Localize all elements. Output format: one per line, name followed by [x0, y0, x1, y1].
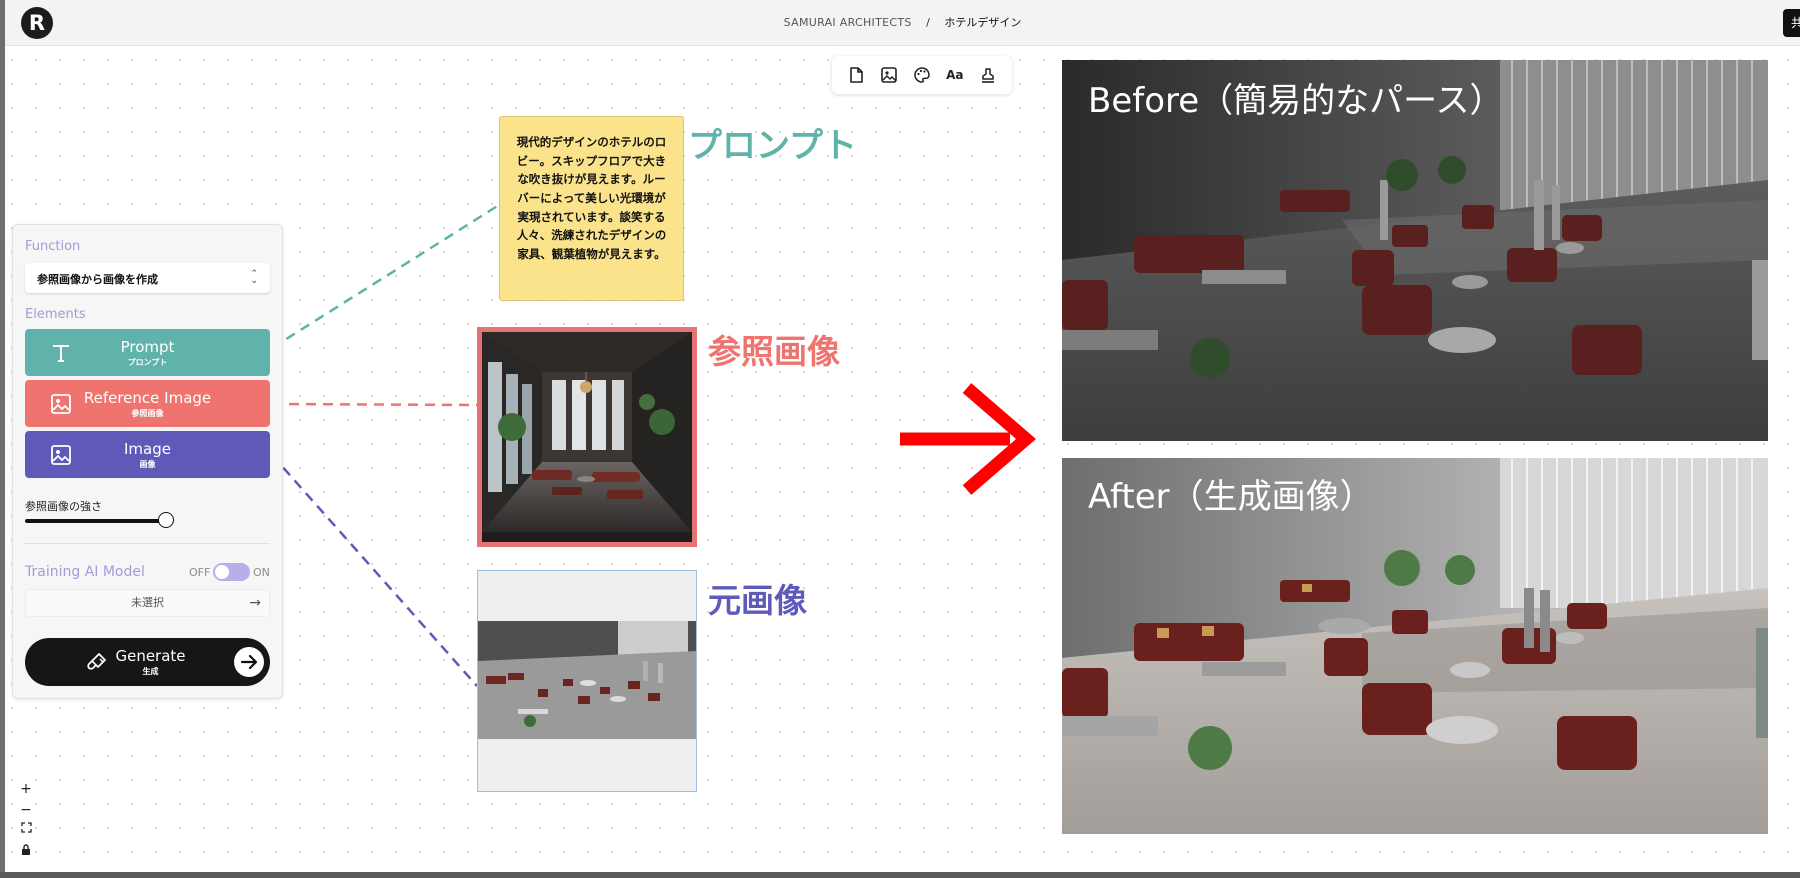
chevron-updown-icon: ⌃ ⌄ [250, 269, 258, 286]
share-button-label: 共 [1791, 16, 1800, 30]
function-label: Function [25, 239, 81, 254]
zoom-in-button[interactable]: + [14, 779, 38, 799]
function-select-value: 参照画像から画像を作成 [37, 273, 158, 286]
reference-image-element-button[interactable]: Reference Image 参照画像 [25, 380, 270, 427]
elements-label: Elements [25, 307, 86, 322]
reference-caption: 参照画像 [708, 332, 840, 371]
original-caption: 元画像 [708, 581, 807, 620]
text-style-icon[interactable]: Aa [943, 63, 967, 87]
toggle-off-label: OFF [189, 566, 211, 579]
before-render: Before（簡易的なパース） [1062, 60, 1768, 441]
canvas-toolbar: Aa [832, 56, 1012, 94]
prompt-note-text: 現代的デザインのホテルのロビー。スキップフロアで大きな吹き抜けが見えます。ルーバ… [516, 135, 667, 261]
image-icon[interactable] [877, 63, 901, 87]
after-render: After（生成画像） [1062, 458, 1768, 834]
model-select-value: 未選択 [131, 596, 164, 609]
file-icon[interactable] [844, 63, 868, 87]
after-title: After（生成画像） [1088, 477, 1374, 517]
image-element-label: Image [124, 440, 171, 458]
prompt-note[interactable]: 現代的デザインのホテルのロビー。スキップフロアで大きな吹き抜けが見えます。ルーバ… [499, 116, 684, 301]
stamp-icon[interactable] [976, 63, 1000, 87]
prompt-element-label: Prompt [120, 338, 175, 356]
arrow-right-icon: → [249, 595, 261, 611]
function-panel: Function 参照画像から画像を作成 ⌃ ⌄ Elements Prompt … [12, 224, 283, 699]
prompt-caption: プロンプト [688, 126, 857, 166]
generate-button[interactable]: Generate 生成 [25, 638, 270, 686]
palette-icon[interactable] [910, 63, 934, 87]
strength-slider-track[interactable] [25, 519, 168, 523]
zoom-out-button[interactable]: − [14, 800, 38, 820]
strength-label: 参照画像の強さ [25, 500, 102, 513]
reference-image-element-sublabel: 参照画像 [131, 409, 164, 418]
training-model-label: Training AI Model [25, 564, 145, 580]
prompt-element-button[interactable]: Prompt プロンプト [25, 329, 270, 376]
strength-slider-handle[interactable] [158, 512, 174, 528]
image-element-button[interactable]: Image 画像 [25, 431, 270, 478]
window-frame-left [0, 0, 5, 878]
fit-view-icon [20, 822, 32, 833]
toggle-knob [215, 565, 229, 579]
before-title: Before（簡易的なパース） [1088, 81, 1503, 121]
text-style-glyph: Aa [946, 68, 964, 82]
top-bar: R SAMURAI ARCHITECTS / ホテルデザイン 共 [5, 0, 1800, 46]
panel-divider [25, 543, 270, 544]
breadcrumb-separator: / [926, 16, 930, 29]
image-element-sublabel: 画像 [139, 460, 156, 469]
breadcrumb-org[interactable]: SAMURAI ARCHITECTS [784, 16, 912, 29]
breadcrumb: SAMURAI ARCHITECTS / ホテルデザイン [5, 14, 1800, 30]
before-image[interactable]: Before（簡易的なパース） [1062, 60, 1768, 441]
lock-icon [22, 844, 30, 855]
model-select[interactable]: 未選択 → [25, 589, 270, 617]
prompt-element-sublabel: プロンプト [127, 358, 168, 367]
reference-image-element-label: Reference Image [83, 389, 212, 407]
window-frame-bottom [0, 872, 1800, 878]
original-render-image [478, 621, 696, 739]
go-arrow-icon [234, 647, 264, 677]
function-select[interactable]: 参照画像から画像を作成 ⌃ ⌄ [25, 263, 270, 293]
reference-image-node[interactable] [477, 327, 697, 547]
after-image[interactable]: After（生成画像） [1062, 458, 1768, 834]
lock-button[interactable] [14, 842, 38, 862]
breadcrumb-page[interactable]: ホテルデザイン [944, 16, 1021, 29]
share-button[interactable]: 共 [1783, 9, 1800, 37]
original-image-node[interactable] [477, 570, 697, 792]
training-toggle[interactable] [213, 563, 250, 581]
toggle-on-label: ON [253, 566, 270, 579]
fit-view-button[interactable] [14, 821, 38, 841]
reference-lobby-image [482, 332, 692, 542]
